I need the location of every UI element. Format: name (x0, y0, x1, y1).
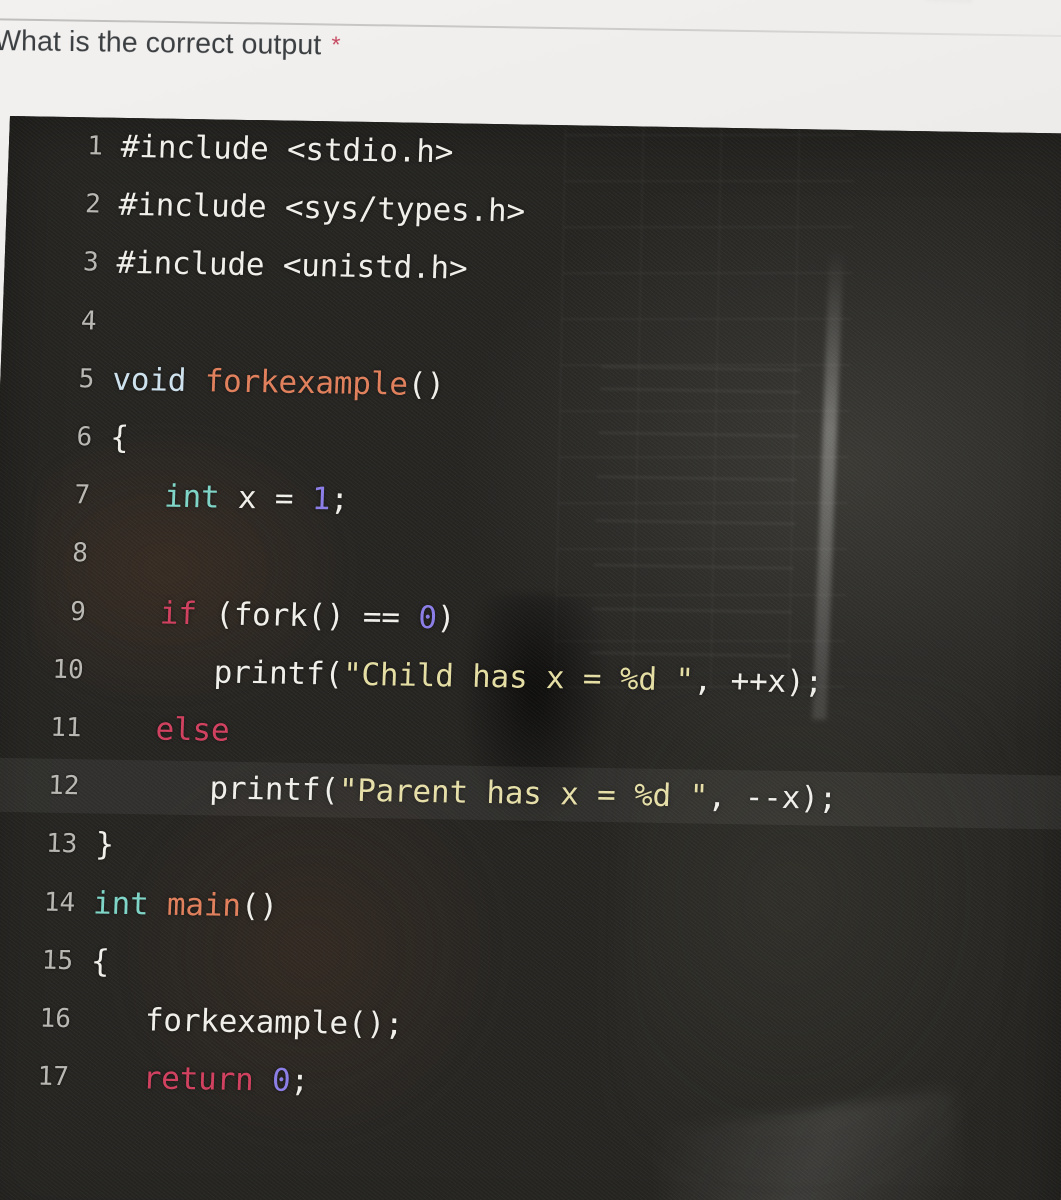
code-token: ; (289, 1062, 310, 1100)
code-token: 0 (417, 599, 438, 636)
code-block: 1 #include <stdio.h> 2 #include <sys/types.… (0, 116, 1061, 1200)
code-token: 1 (311, 481, 331, 518)
code-token: #include <sys/types.h> (118, 187, 526, 230)
line-number: 14 (43, 887, 76, 918)
code-token: int (92, 885, 150, 922)
code-token: if (159, 595, 198, 632)
line-code: { (110, 420, 130, 456)
blurred-corner-text: ······ (924, 0, 1061, 21)
code-token: x = (218, 479, 313, 518)
code-token: ) (436, 599, 456, 637)
code-token: (fork() == (196, 595, 419, 636)
code-token: void (111, 361, 187, 399)
line-code: int x = 1; (107, 478, 349, 518)
code-token: #include <stdio.h> (120, 128, 454, 171)
line-number: 2 (84, 189, 102, 220)
line-code: if (fork() == 0) (103, 594, 456, 636)
line-code: } (95, 827, 115, 863)
line-number: 10 (51, 654, 85, 686)
line-code: return 0; (86, 1060, 310, 1100)
line-code: printf("Parent has x = %d ", --x); (97, 769, 838, 817)
line-number: 4 (80, 305, 98, 337)
code-token: int (163, 478, 221, 516)
required-asterisk-icon: * (331, 31, 341, 58)
code-token: printf( (208, 770, 340, 809)
line-code: else (99, 711, 231, 749)
code-token: { (109, 419, 130, 457)
line-number: 7 (73, 480, 91, 511)
line-code: { (90, 943, 110, 979)
code-token: { (90, 943, 111, 980)
code-token: "Child has x = %d " (342, 656, 695, 699)
line-number: 17 (36, 1061, 70, 1093)
form-page-background: ······ What is the correct output * 1 #in… (0, 0, 1061, 1200)
code-line-list: 1 #include <stdio.h> 2 #include <sys/types.… (0, 116, 1061, 1200)
line-number: 6 (76, 422, 93, 453)
code-token: #include <unistd.h> (115, 245, 469, 288)
code-token: ; (329, 481, 350, 518)
code-token: return (142, 1060, 255, 1099)
question-title: What is the correct output (0, 25, 322, 62)
line-code: int main() (93, 885, 279, 924)
code-token: main (166, 886, 242, 924)
line-code: #include <sys/types.h> (118, 187, 525, 230)
line-number: 16 (39, 1003, 72, 1035)
line-code: #include <unistd.h> (116, 245, 468, 287)
question-row: What is the correct output * (0, 25, 714, 80)
code-token: () (407, 366, 446, 404)
line-code: printf("Child has x = %d ", ++x); (101, 652, 824, 700)
code-token: else (154, 711, 231, 749)
line-number: 5 (78, 364, 95, 395)
line-number: 13 (45, 829, 78, 860)
line-number: 3 (82, 247, 100, 278)
code-token: () (240, 887, 279, 925)
line-number: 9 (69, 596, 87, 627)
code-token: , ++x); (693, 662, 824, 701)
line-code: #include <stdio.h> (120, 129, 454, 170)
line-number: 11 (49, 712, 83, 744)
line-code: void forkexample() (112, 362, 446, 403)
line-number: 15 (41, 945, 74, 976)
code-token: } (94, 826, 115, 864)
code-token: , --x); (707, 778, 838, 817)
line-number: 8 (71, 538, 89, 569)
code-token: forkexample(); (144, 1002, 405, 1043)
code-block-viewport: 1 #include <stdio.h> 2 #include <sys/types.… (0, 110, 1061, 1200)
code-token: forkexample (204, 363, 409, 403)
line-number: 12 (47, 770, 81, 802)
line-number: 1 (86, 131, 104, 162)
code-token: printf( (213, 654, 344, 693)
line-code: forkexample(); (88, 1001, 404, 1042)
code-token: "Parent has x = %d " (338, 772, 709, 815)
code-token: 0 (271, 1062, 292, 1099)
